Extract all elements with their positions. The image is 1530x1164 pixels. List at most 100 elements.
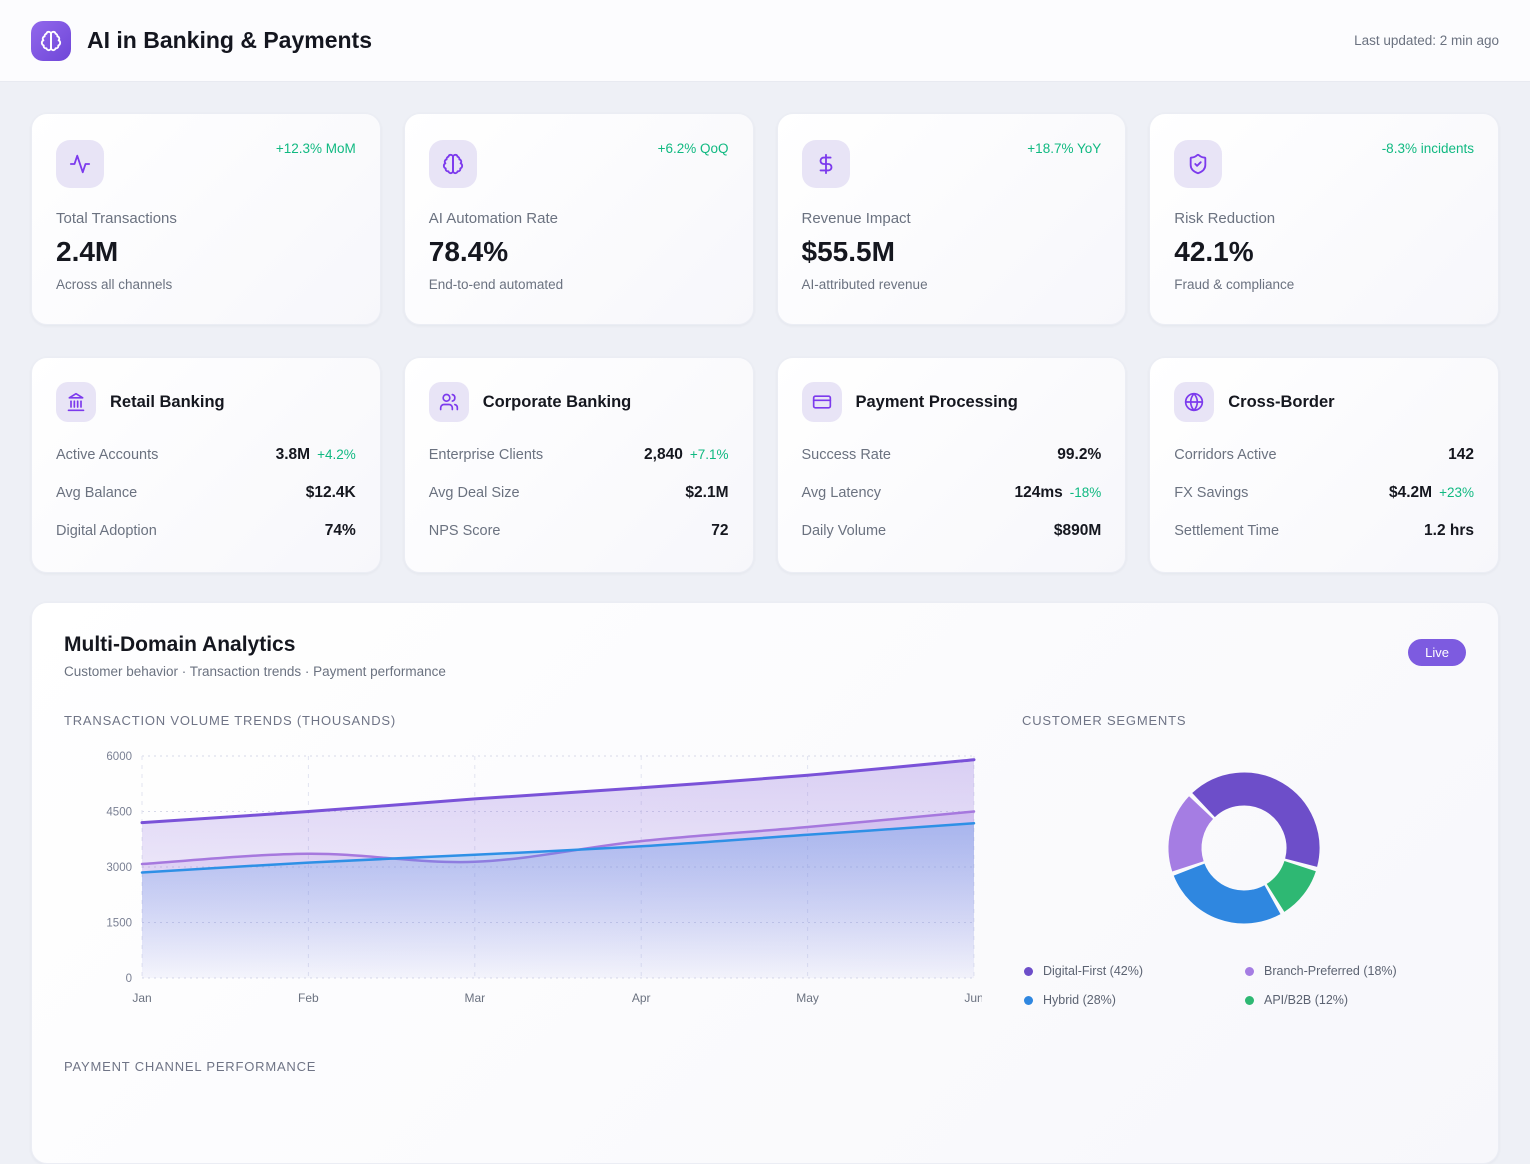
svg-text:Mar: Mar [464,991,485,1005]
legend-dot [1024,996,1033,1005]
payment-channel-section-title: PAYMENT CHANNEL PERFORMANCE [64,1059,1466,1074]
kpi-delta: +6.2% QoQ [658,141,729,156]
metric-value: 142 [1448,446,1474,463]
dollar-icon [802,140,850,188]
legend-item: Branch-Preferred (18%) [1245,964,1466,978]
metric-row: Digital Adoption 74% [56,512,356,550]
svg-text:4500: 4500 [106,807,132,819]
metric-label: NPS Score [429,523,501,539]
kpi-value: $55.5M [802,236,1102,268]
kpi-delta: +12.3% MoM [276,141,356,156]
domain-card-corporate-banking: Corporate Banking Enterprise Clients 2,8… [404,357,754,573]
live-badge: Live [1408,639,1466,666]
donut-chart-section-title: CUSTOMER SEGMENTS [1022,713,1466,728]
legend-label: Branch-Preferred (18%) [1264,964,1397,978]
metric-delta: +4.2% [317,447,356,462]
metric-delta: +23% [1439,485,1474,500]
svg-text:Jan: Jan [132,991,151,1005]
metric-row: Enterprise Clients 2,840 +7.1% [429,436,729,474]
activity-icon [56,140,104,188]
metric-value: $12.4K [306,484,356,501]
metric-row: Daily Volume $890M [802,512,1102,550]
svg-text:6000: 6000 [106,751,132,763]
legend-item: API/B2B (12%) [1245,993,1466,1007]
metric-delta: -18% [1070,485,1102,500]
customer-segments-donut-chart [1022,746,1466,950]
dashboard-main: +12.3% MoM Total Transactions 2.4M Acros… [0,113,1530,1164]
metric-value: $2.1M [685,484,728,501]
metric-delta: +7.1% [690,447,729,462]
svg-text:Feb: Feb [298,991,319,1005]
legend-label: Digital-First (42%) [1043,964,1143,978]
svg-text:1500: 1500 [106,918,132,930]
metric-row: Avg Deal Size $2.1M [429,474,729,512]
metric-label: Settlement Time [1174,523,1279,539]
kpi-subtitle: Across all channels [56,277,356,292]
kpi-label: Total Transactions [56,210,356,227]
kpi-card-risk-reduction: -8.3% incidents Risk Reduction 42.1% Fra… [1149,113,1499,325]
legend-item: Hybrid (28%) [1024,993,1245,1007]
bank-icon [56,382,96,422]
svg-text:3000: 3000 [106,862,132,874]
metric-label: Daily Volume [802,523,887,539]
metric-label: Success Rate [802,447,891,463]
metric-label: Enterprise Clients [429,447,543,463]
metric-value: 1.2 hrs [1424,522,1474,539]
metric-label: Avg Balance [56,485,137,501]
kpi-card-ai-automation-rate: +6.2% QoQ AI Automation Rate 78.4% End-t… [404,113,754,325]
metric-value: 3.8M [276,446,310,463]
page-title: AI in Banking & Payments [87,27,372,54]
legend-label: API/B2B (12%) [1264,993,1348,1007]
svg-text:Jun: Jun [964,991,982,1005]
metric-row: Success Rate 99.2% [802,436,1102,474]
metric-value: 72 [711,522,728,539]
kpi-delta: -8.3% incidents [1382,141,1474,156]
legend-label: Hybrid (28%) [1043,993,1116,1007]
metric-label: Avg Deal Size [429,485,520,501]
domain-row: Retail Banking Active Accounts 3.8M +4.2%… [31,357,1499,573]
svg-text:0: 0 [126,973,132,985]
metric-value: 2,840 [644,446,683,463]
app-header: AI in Banking & Payments Last updated: 2… [0,0,1530,82]
metric-row: NPS Score 72 [429,512,729,550]
domain-title: Payment Processing [856,393,1018,412]
metric-label: Active Accounts [56,447,158,463]
metric-row: FX Savings $4.2M+23% [1174,474,1474,512]
metric-row: Settlement Time 1.2 hrs [1174,512,1474,550]
kpi-subtitle: End-to-end automated [429,277,729,292]
metric-value: 74% [325,522,356,539]
metric-value: 124ms [1014,484,1062,501]
domain-card-payment-processing: Payment Processing Success Rate 99.2% Av… [777,357,1127,573]
domain-title: Corporate Banking [483,393,632,412]
kpi-label: Revenue Impact [802,210,1102,227]
credit-card-icon [802,382,842,422]
kpi-delta: +18.7% YoY [1027,141,1101,156]
svg-text:Apr: Apr [632,991,651,1005]
domain-card-cross-border: Cross-Border Corridors Active 142 FX Sav… [1149,357,1499,573]
metric-value: $890M [1054,522,1101,539]
kpi-subtitle: AI-attributed revenue [802,277,1102,292]
legend-dot [1245,996,1254,1005]
kpi-value: 42.1% [1174,236,1474,268]
metric-row: Active Accounts 3.8M +4.2% [56,436,356,474]
metric-row: Avg Balance $12.4K [56,474,356,512]
last-updated-text: Last updated: 2 min ago [1354,33,1499,48]
segments-legend: Digital-First (42%) Branch-Preferred (18… [1022,964,1466,1007]
kpi-label: Risk Reduction [1174,210,1474,227]
brain-icon [429,140,477,188]
metric-value: $4.2M [1389,484,1432,501]
kpi-value: 2.4M [56,236,356,268]
transaction-volume-area-chart: 0 1500 3000 4500 6000 Jan Feb Mar Apr May Jun [64,740,982,1017]
metric-label: Corridors Active [1174,447,1276,463]
kpi-row: +12.3% MoM Total Transactions 2.4M Acros… [31,113,1499,325]
analytics-title: Multi-Domain Analytics [64,633,446,657]
domain-title: Retail Banking [110,393,225,412]
globe-icon [1174,382,1214,422]
svg-text:May: May [796,991,819,1005]
users-icon [429,382,469,422]
legend-item: Digital-First (42%) [1024,964,1245,978]
metric-row: Avg Latency 124ms-18% [802,474,1102,512]
domain-card-retail-banking: Retail Banking Active Accounts 3.8M +4.2%… [31,357,381,573]
kpi-subtitle: Fraud & compliance [1174,277,1474,292]
line-chart-section-title: TRANSACTION VOLUME TRENDS (THOUSANDS) [64,713,982,728]
